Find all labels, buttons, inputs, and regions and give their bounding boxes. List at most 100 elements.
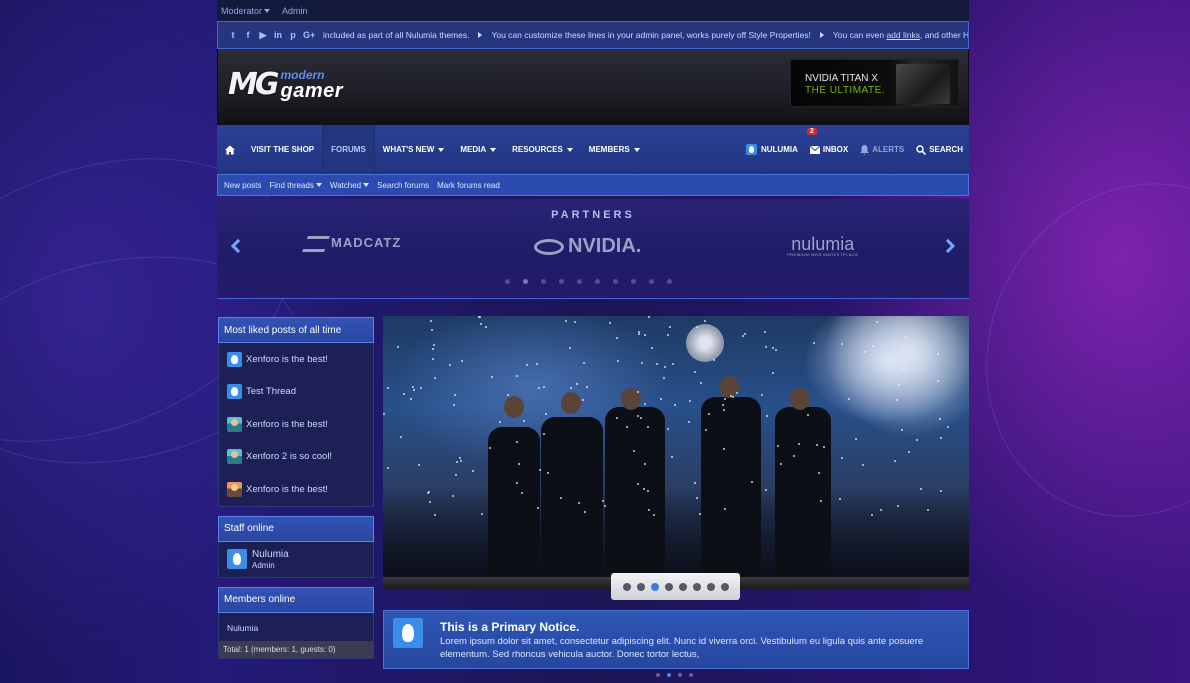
confetti-speck <box>894 460 896 462</box>
confetti-speck <box>647 426 649 428</box>
facebook-icon[interactable]: f <box>243 30 253 40</box>
confetti-speck <box>855 438 857 440</box>
confetti-speck <box>798 443 800 445</box>
partners-carousel: PARTNERS MADCATZ NVIDIA. nulumia PREMIUM… <box>217 199 969 299</box>
nav-home[interactable] <box>217 125 243 174</box>
confetti-speck <box>688 421 690 423</box>
widget-title[interactable]: Members online <box>218 586 374 613</box>
ticker-message: You can even add links, and other HTML m… <box>833 30 968 40</box>
site-logo[interactable]: MG modern gamer <box>228 67 343 102</box>
hero-slider-image[interactable] <box>383 316 969 577</box>
widget-title[interactable]: Staff online <box>218 515 374 542</box>
pinterest-icon[interactable]: p <box>288 30 298 40</box>
confetti-speck <box>872 345 874 347</box>
notice-dot[interactable] <box>678 673 682 677</box>
confetti-speck <box>644 463 646 465</box>
header-ad-banner[interactable]: NVIDIA TITAN X THE ULTIMATE. <box>790 59 959 107</box>
carousel-dot[interactable] <box>559 279 564 284</box>
confetti-speck <box>905 336 907 338</box>
list-item[interactable]: Xenforo is the best! <box>219 473 373 506</box>
carousel-dot[interactable] <box>649 279 654 284</box>
nav-inbox[interactable]: Inbox 2 <box>804 125 854 174</box>
confetti-speck <box>633 450 635 452</box>
nav-alerts[interactable]: Alerts <box>854 125 910 174</box>
confetti-speck <box>400 436 402 438</box>
slider-dot[interactable] <box>720 582 729 591</box>
notice-dot[interactable] <box>689 673 693 677</box>
ticker-message: You can customize these lines in your ad… <box>491 30 811 40</box>
carousel-dot[interactable] <box>667 279 672 284</box>
nav-label: Members <box>588 145 630 154</box>
confetti-speck <box>536 363 538 365</box>
subnav-watched[interactable]: Watched <box>330 181 370 190</box>
partner-logo-nvidia[interactable]: NVIDIA. <box>534 235 641 258</box>
slider-dot[interactable] <box>678 582 687 591</box>
confetti-speck <box>460 460 462 462</box>
widget-title[interactable]: Most liked posts of all time <box>218 317 374 343</box>
partner-name: NVIDIA. <box>568 235 642 257</box>
nav-media[interactable]: Media <box>452 125 504 174</box>
confetti-speck <box>507 394 509 396</box>
carousel-dot[interactable] <box>595 279 600 284</box>
madcatz-mark-icon <box>302 235 330 252</box>
staff-member[interactable]: Nulumia Admin <box>218 541 374 578</box>
subnav-search-forums[interactable]: Search forums <box>377 181 429 190</box>
chevron-left-icon[interactable] <box>230 238 246 254</box>
confetti-speck <box>672 363 674 365</box>
member-link[interactable]: Nulumia <box>219 613 373 641</box>
widget-body: Nulumia Total: 1 (members: 1, guests: 0) <box>218 612 374 659</box>
slider-dot[interactable] <box>692 582 701 591</box>
post-title: Xenforo is the best! <box>246 418 328 430</box>
nav-resources[interactable]: Resources <box>504 125 581 174</box>
carousel-dot[interactable] <box>505 279 510 284</box>
subnav-new-posts[interactable]: New posts <box>224 181 261 190</box>
list-item[interactable]: Xenforo is the best! <box>219 408 373 441</box>
slider-dot[interactable] <box>636 582 645 591</box>
nav-members[interactable]: Members <box>581 125 648 174</box>
list-item[interactable]: Xenforo 2 is so cool! <box>219 441 373 474</box>
ticker-link[interactable]: add links <box>886 30 920 40</box>
confetti-speck <box>647 490 649 492</box>
notice-dot[interactable] <box>656 673 660 677</box>
chevron-right-icon[interactable] <box>940 238 956 254</box>
slider-dot[interactable] <box>706 582 715 591</box>
admin-link[interactable]: Admin <box>282 6 308 16</box>
notice-dot[interactable] <box>667 673 671 677</box>
nav-forums[interactable]: Forums <box>322 125 375 174</box>
carousel-dot[interactable] <box>613 279 618 284</box>
partner-logo-nulumia[interactable]: nulumia PREMIUM WEB MARKETPLACE <box>787 235 859 257</box>
google-plus-icon[interactable]: G+ <box>303 30 315 40</box>
slider-dot[interactable] <box>622 582 631 591</box>
confetti-speck <box>491 376 493 378</box>
nav-account[interactable]: Nulumia <box>740 125 804 174</box>
user-avatar-icon <box>227 384 242 400</box>
confetti-speck <box>689 400 691 402</box>
moderator-menu[interactable]: Moderator <box>221 6 271 16</box>
subnav-find-threads[interactable]: Find threads <box>269 181 322 190</box>
linkedin-icon[interactable]: in <box>273 30 283 40</box>
youtube-icon[interactable]: ▶ <box>258 30 268 40</box>
slider-dot[interactable] <box>650 582 659 591</box>
chevron-down-icon <box>633 147 640 152</box>
confetti-speck <box>516 375 518 377</box>
subnav-mark-read[interactable]: Mark forums read <box>437 181 500 190</box>
nav-shop[interactable]: Visit the Shop <box>243 125 322 174</box>
carousel-dot[interactable] <box>541 279 546 284</box>
carousel-dot[interactable] <box>523 279 528 284</box>
nav-search[interactable]: Search <box>910 125 969 174</box>
partner-logo-madcatz[interactable]: MADCATZ <box>302 235 401 252</box>
confetti-speck <box>653 514 655 516</box>
staff-bar: Moderator Admin <box>217 0 969 21</box>
carousel-dot[interactable] <box>631 279 636 284</box>
nav-whats-new[interactable]: What's New <box>375 125 453 174</box>
widget-staff-online: Staff online Nulumia Admin <box>218 515 374 578</box>
nav-label: Inbox <box>822 145 849 154</box>
confetti-speck <box>565 320 567 322</box>
twitter-icon[interactable]: t <box>228 30 238 40</box>
confetti-speck <box>876 321 878 323</box>
carousel-dot[interactable] <box>577 279 582 284</box>
slider-dot[interactable] <box>664 582 673 591</box>
list-item[interactable]: Xenforo is the best! <box>219 343 373 376</box>
list-item[interactable]: Test Thread <box>219 376 373 409</box>
notice-text: Lorem ipsum dolor sit amet, consectetur … <box>440 636 924 660</box>
